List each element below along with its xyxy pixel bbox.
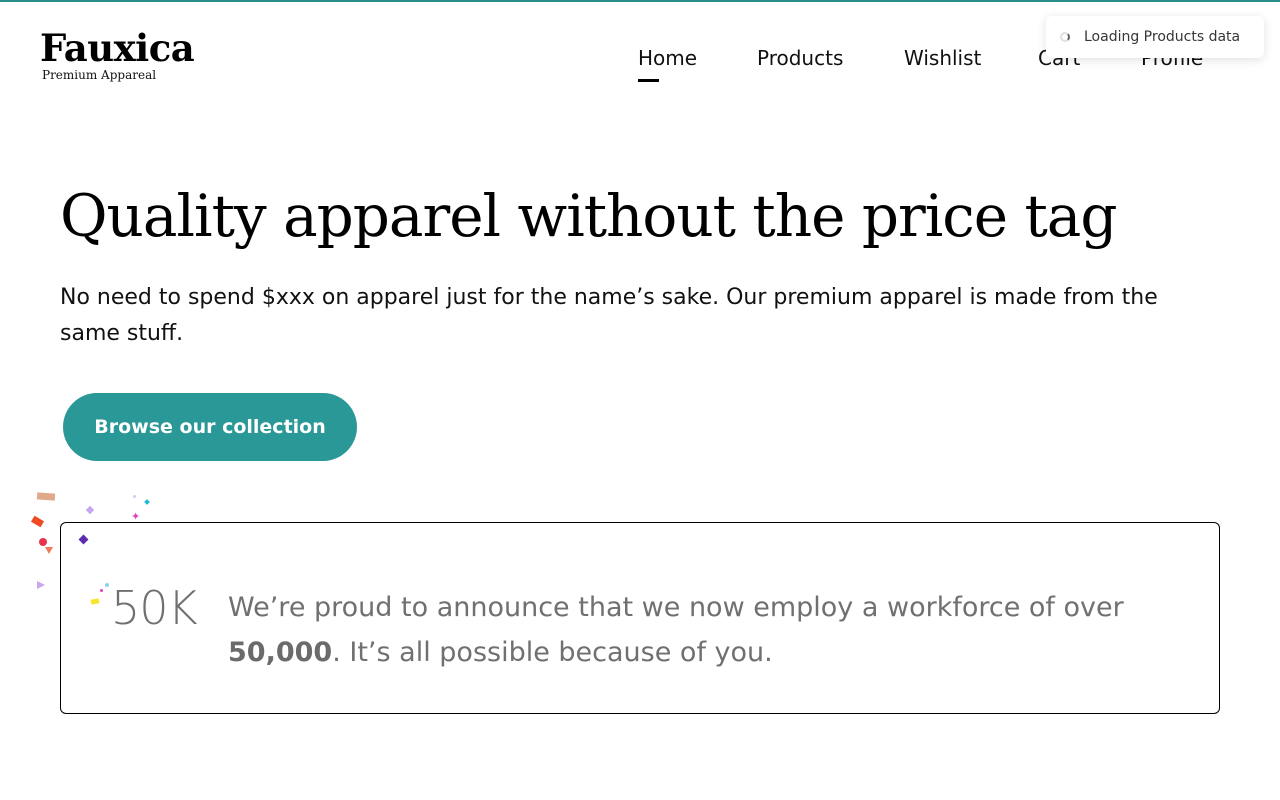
nav-item-wishlist[interactable]: Wishlist	[904, 46, 981, 70]
nav-item-products[interactable]: Products	[757, 46, 843, 70]
loading-toast: Loading Products data	[1046, 16, 1264, 58]
nav-item-home[interactable]: Home	[638, 46, 698, 82]
announcement-card: 50K We’re proud to announce that we now …	[60, 522, 1220, 714]
active-nav-indicator	[638, 79, 659, 82]
toast-message: Loading Products data	[1084, 29, 1241, 45]
hero-title: Quality apparel without the price tag	[60, 182, 1118, 250]
workforce-stat: 50K	[111, 581, 198, 635]
announcement-text: We’re proud to announce that we now empl…	[228, 585, 1148, 675]
browse-collection-button[interactable]: Browse our collection	[63, 393, 357, 461]
nav-item-label: Wishlist	[904, 46, 982, 70]
hero-subtitle: No need to spend $xxx on apparel just fo…	[60, 285, 1158, 346]
announcement-text-before: We’re proud to announce that we now empl…	[228, 592, 1124, 623]
spinner-icon	[1060, 32, 1070, 42]
nav-item-label: Products	[757, 46, 844, 70]
nav-item-label: Home	[638, 46, 698, 70]
announcement-text-after: . It’s all possible because of you.	[332, 637, 773, 668]
top-accent-bar	[0, 0, 1280, 2]
announcement-highlight: 50,000	[228, 637, 333, 668]
